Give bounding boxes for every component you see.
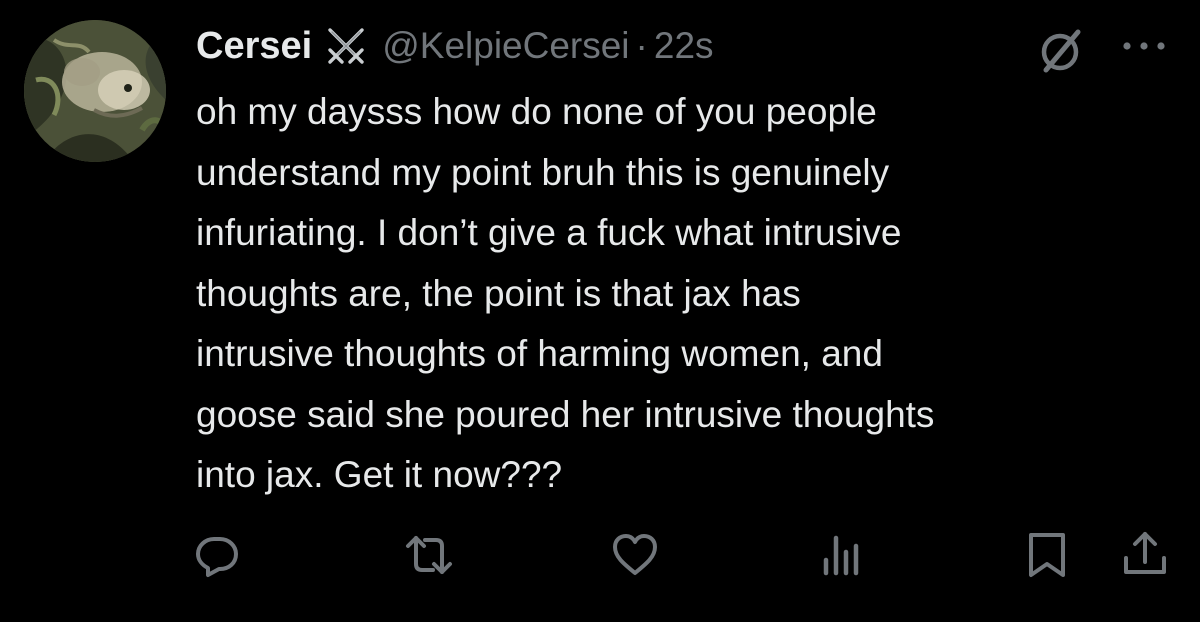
more-icon[interactable] (1120, 36, 1170, 56)
tweet-text: oh my daysss how do none of you people u… (196, 91, 935, 495)
bookmark-icon[interactable] (1022, 530, 1072, 580)
timestamp[interactable]: 22s (654, 25, 714, 67)
author-handle[interactable]: @KelpieCersei (382, 25, 629, 67)
separator-dot: · (635, 25, 648, 66)
avatar-image (24, 20, 166, 162)
crossed-swords-icon (322, 22, 370, 70)
avatar[interactable] (24, 20, 166, 162)
tweet: Cersei @KelpieCersei · 22s oh my daysss … (0, 0, 1200, 622)
grok-icon[interactable] (1034, 24, 1088, 78)
like-icon[interactable] (610, 530, 660, 580)
author-name[interactable]: Cersei (196, 25, 312, 68)
tweet-header: Cersei @KelpieCersei · 22s (196, 18, 714, 74)
reply-icon[interactable] (192, 530, 242, 580)
views-icon[interactable] (818, 530, 868, 580)
share-icon[interactable] (1120, 530, 1170, 580)
retweet-icon[interactable] (404, 530, 454, 580)
